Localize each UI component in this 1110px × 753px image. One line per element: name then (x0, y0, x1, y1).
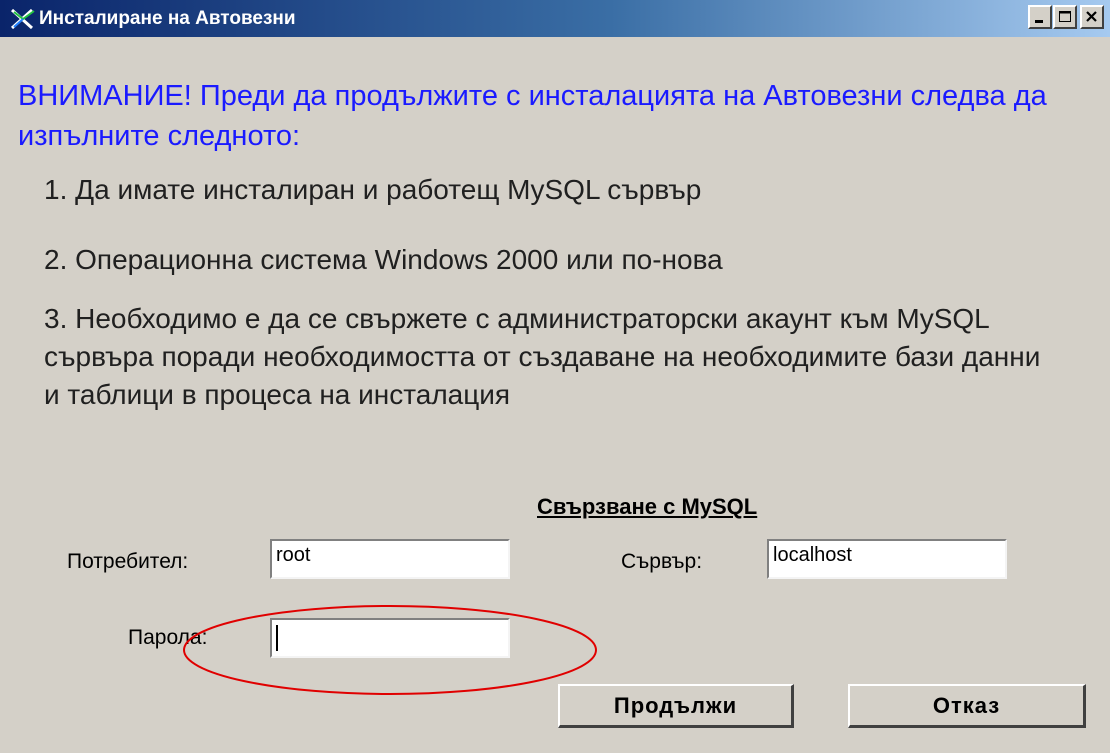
title-bar[interactable]: Инсталиране на Автовезни (0, 0, 1110, 37)
server-label: Сървър: (621, 550, 703, 573)
password-label: Парола: (128, 626, 208, 649)
cancel-button[interactable]: Отказ (848, 684, 1086, 728)
requirement-2: 2. Операционна система Windows 2000 или … (44, 244, 723, 275)
close-icon (1086, 11, 1097, 22)
maximize-icon (1059, 11, 1071, 22)
text-caret (276, 625, 278, 651)
installer-window: Инсталиране на Автовезни ВНИМАНИЕ! Преди… (0, 0, 1110, 753)
app-icon (10, 8, 35, 30)
continue-button[interactable]: Продължи (558, 684, 794, 728)
maximize-button[interactable] (1053, 5, 1077, 29)
requirement-1: 1. Да имате инсталиран и работещ MySQL с… (44, 174, 702, 205)
window-title: Инсталиране на Автовезни (39, 8, 296, 29)
close-button[interactable] (1080, 5, 1104, 29)
minimize-button[interactable] (1028, 5, 1052, 29)
warning-message: ВНИМАНИЕ! Преди да продължите с инсталац… (18, 80, 1047, 152)
password-field[interactable] (270, 618, 510, 658)
connection-section-title: Свързване с MySQL (537, 494, 758, 519)
user-input[interactable]: root (270, 539, 510, 579)
server-input[interactable]: localhost (767, 539, 1007, 579)
minimize-icon (1035, 20, 1043, 23)
user-label: Потребител: (67, 550, 189, 573)
requirement-3: 3. Необходимо е да се свържете с админис… (44, 303, 1041, 410)
